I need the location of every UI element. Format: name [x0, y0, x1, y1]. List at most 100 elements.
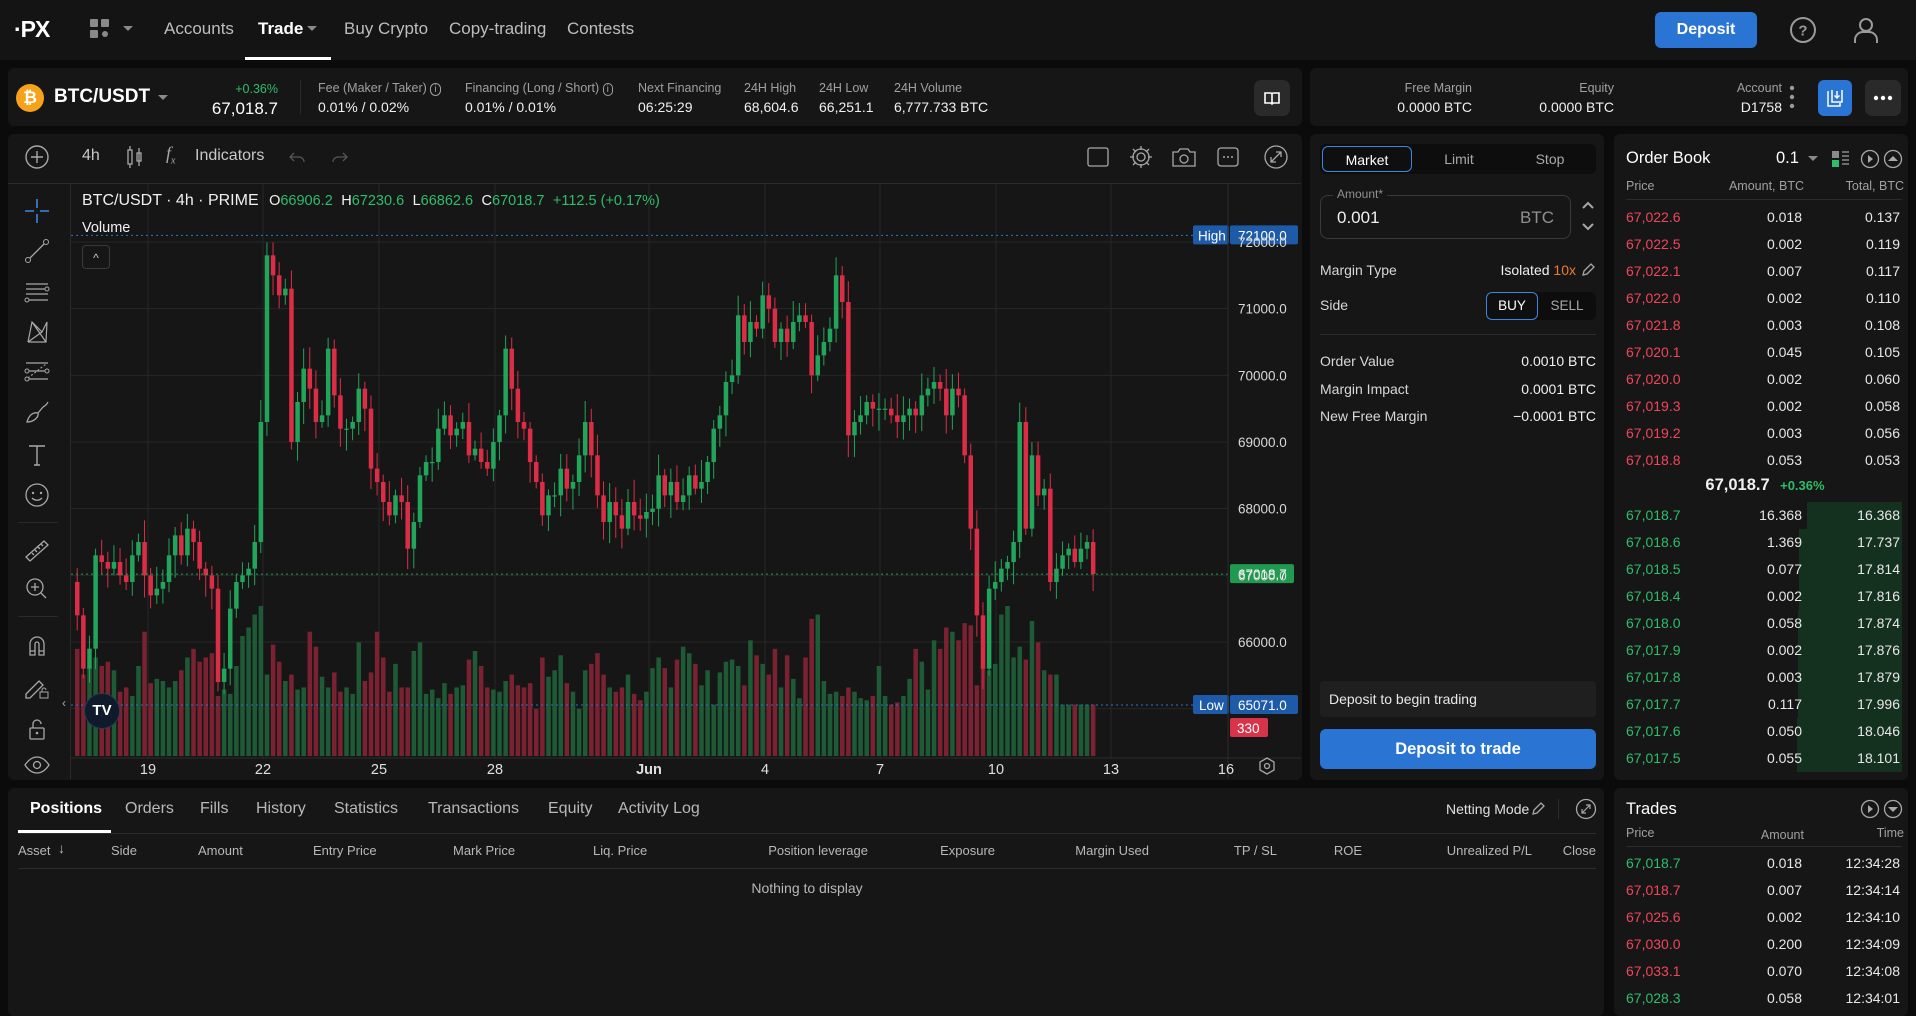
crosshair-tool[interactable]: [22, 196, 52, 226]
buy-button[interactable]: BUY: [1486, 292, 1538, 320]
edit-icon[interactable]: [1580, 262, 1596, 278]
nav-trade[interactable]: Trade: [258, 19, 303, 39]
layout-icon[interactable]: [1086, 145, 1110, 169]
user-icon[interactable]: [1852, 16, 1880, 44]
add-icon[interactable]: [24, 144, 50, 170]
indicators-icon[interactable]: fx: [166, 143, 175, 167]
parallel-lines-tool[interactable]: [22, 276, 52, 306]
more-vertical-icon[interactable]: [1788, 84, 1796, 110]
symbol-dropdown-icon[interactable]: [158, 95, 168, 100]
ask-row[interactable]: 67,018.8 0.053 0.053: [1624, 447, 1902, 474]
play-icon[interactable]: [1860, 799, 1880, 819]
margin-type-value[interactable]: Isolated 10x: [1500, 262, 1576, 278]
camera-icon[interactable]: [1170, 144, 1198, 170]
ask-row[interactable]: 67,022.1 0.007 0.117: [1624, 258, 1902, 285]
nav-accounts[interactable]: Accounts: [164, 19, 234, 39]
ask-row[interactable]: 67,019.2 0.003 0.056: [1624, 420, 1902, 447]
logo[interactable]: ·PX: [14, 16, 50, 43]
nav-contests[interactable]: Contests: [567, 19, 634, 39]
visibility-tool[interactable]: [22, 752, 52, 778]
bid-row[interactable]: 67,017.8 0.003 17.879: [1624, 664, 1902, 691]
tab-equity[interactable]: Equity: [548, 800, 592, 818]
redo-icon[interactable]: [328, 145, 352, 169]
ask-row[interactable]: 67,020.0 0.002 0.060: [1624, 366, 1902, 393]
scroll-up-icon[interactable]: [1883, 149, 1903, 169]
nav-buy-crypto[interactable]: Buy Crypto: [344, 19, 428, 39]
deposit-wallet-button[interactable]: [1818, 80, 1852, 116]
undo-icon[interactable]: [285, 145, 309, 169]
deposit-to-trade-button[interactable]: Deposit to trade: [1320, 729, 1596, 769]
bid-row[interactable]: 67,018.0 0.058 17.874: [1624, 610, 1902, 637]
zoom-tool[interactable]: [22, 574, 52, 604]
column-header[interactable]: Side: [111, 843, 137, 858]
tab-limit[interactable]: Limit: [1414, 146, 1504, 172]
edit-icon[interactable]: [1530, 801, 1546, 817]
tradingview-logo[interactable]: TV: [84, 693, 120, 729]
expand-icon[interactable]: [1575, 798, 1597, 820]
bid-row[interactable]: 67,017.5 0.055 18.101: [1624, 745, 1902, 772]
bid-row[interactable]: 67,018.6 1.369 17.737: [1624, 529, 1902, 556]
price-chart[interactable]: High 72100.067018.7Low 65071.0330 72000.07…: [71, 184, 1301, 778]
bid-row[interactable]: 67,017.6 0.050 18.046: [1624, 718, 1902, 745]
ask-row[interactable]: 67,021.8 0.003 0.108: [1624, 312, 1902, 339]
bid-row[interactable]: 67,017.7 0.117 17.996: [1624, 691, 1902, 718]
column-header[interactable]: Amount: [198, 843, 243, 858]
tab-stop[interactable]: Stop: [1506, 146, 1594, 172]
gear-icon[interactable]: [1128, 144, 1154, 170]
fib-tool[interactable]: [22, 356, 52, 386]
interval-selector[interactable]: 4h: [82, 147, 100, 165]
bid-row[interactable]: 67,017.9 0.002 17.876: [1624, 637, 1902, 664]
column-header[interactable]: Entry Price: [313, 843, 377, 858]
ask-row[interactable]: 67,022.5 0.002 0.119: [1624, 231, 1902, 258]
bid-row[interactable]: 67,018.5 0.077 17.814: [1624, 556, 1902, 583]
precision-selector[interactable]: 0.1: [1776, 149, 1818, 168]
tab-transactions[interactable]: Transactions: [428, 800, 519, 818]
sell-button[interactable]: SELL: [1540, 292, 1594, 320]
more-menu-button[interactable]: [1865, 80, 1901, 116]
more-options-icon[interactable]: [1216, 145, 1240, 169]
brush-tool[interactable]: [22, 396, 52, 426]
play-icon[interactable]: [1860, 149, 1880, 169]
indicators-button[interactable]: Indicators: [195, 147, 264, 165]
chart-settings-icon[interactable]: [1257, 756, 1277, 776]
emoji-tool[interactable]: [22, 480, 52, 510]
ask-row[interactable]: 67,022.0 0.002 0.110: [1624, 285, 1902, 312]
magnet-tool[interactable]: [22, 630, 52, 660]
column-header[interactable]: Asset: [18, 843, 51, 858]
lock-tool[interactable]: [22, 714, 52, 744]
netting-mode[interactable]: Netting Mode: [1446, 801, 1529, 817]
tab-positions[interactable]: Positions: [30, 800, 102, 818]
book-layout-icon[interactable]: [1831, 150, 1851, 168]
tab-fills[interactable]: Fills: [200, 800, 228, 818]
deposit-button[interactable]: Deposit: [1655, 12, 1757, 48]
column-header[interactable]: Mark Price: [453, 843, 515, 858]
ask-row[interactable]: 67,022.6 0.018 0.137: [1624, 204, 1902, 231]
column-header[interactable]: Liq. Price: [593, 843, 647, 858]
bid-row[interactable]: 67,018.7 16.368 16.368: [1624, 502, 1902, 529]
tab-market[interactable]: Market: [1322, 146, 1412, 172]
ask-row[interactable]: 67,020.1 0.045 0.105: [1624, 339, 1902, 366]
fullscreen-icon[interactable]: [1263, 144, 1289, 170]
amount-field[interactable]: Amount* 0.001 BTC: [1320, 187, 1571, 239]
trend-line-tool[interactable]: [22, 236, 52, 266]
amount-stepper[interactable]: [1580, 198, 1596, 236]
lock-drawings-tool[interactable]: [22, 672, 52, 702]
tab-history[interactable]: History: [256, 800, 306, 818]
sort-desc-icon[interactable]: ↓: [58, 840, 65, 856]
candle-type-icon[interactable]: [124, 143, 146, 171]
guide-button[interactable]: [1254, 80, 1290, 116]
help-icon[interactable]: ?: [1789, 16, 1817, 44]
apps-icon[interactable]: [90, 19, 110, 39]
apps-dropdown-icon[interactable]: [123, 26, 133, 31]
tab-statistics[interactable]: Statistics: [334, 800, 398, 818]
info-icon[interactable]: i: [430, 83, 441, 96]
trade-dropdown-icon[interactable]: [307, 26, 317, 31]
ask-row[interactable]: 67,019.3 0.002 0.058: [1624, 393, 1902, 420]
measure-tool[interactable]: [22, 535, 52, 565]
tab-activity-log[interactable]: Activity Log: [618, 800, 700, 818]
bid-row[interactable]: 67,018.4 0.002 17.816: [1624, 583, 1902, 610]
info-icon[interactable]: i: [602, 83, 613, 96]
scroll-left-icon[interactable]: ‹: [62, 696, 66, 710]
text-tool[interactable]: [22, 440, 52, 470]
tab-orders[interactable]: Orders: [125, 800, 174, 818]
